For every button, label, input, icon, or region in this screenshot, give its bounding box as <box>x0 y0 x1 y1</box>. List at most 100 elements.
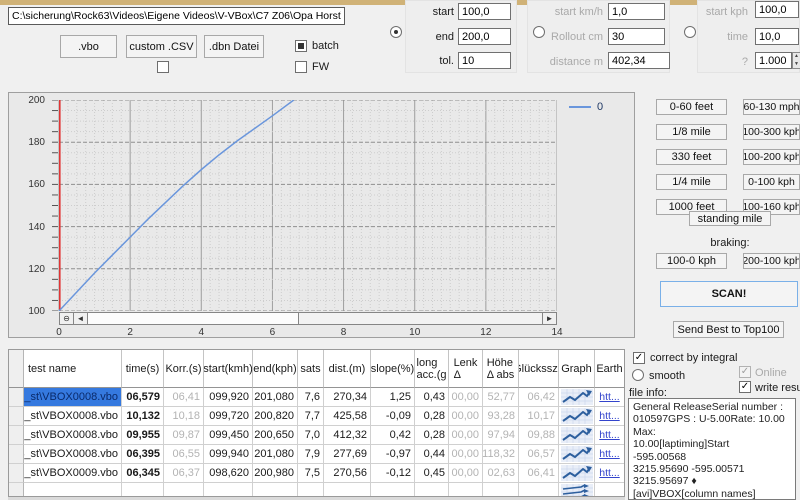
column-header-lenk[interactable]: Lenk Δ <box>449 350 483 388</box>
spinner-up-icon[interactable]: ▲ <box>794 53 799 60</box>
cell-slope[interactable]: 0,42 <box>371 426 415 445</box>
send-best-to-top100-button[interactable]: Send Best to Top100 <box>673 321 784 338</box>
zoom-out-icon[interactable]: ⊖ <box>60 313 74 324</box>
earth-link[interactable]: htt... <box>599 429 619 441</box>
cell-start[interactable]: 098,620 <box>204 464 253 483</box>
rollout-cm-input[interactable] <box>608 28 665 45</box>
cell-name[interactable]: 1_st\VBOX0009.vbo <box>24 464 122 483</box>
cell-sats[interactable]: 7,0 <box>298 426 324 445</box>
row-header[interactable] <box>9 464 24 483</box>
cell-start[interactable]: 099,720 <box>204 407 253 426</box>
cell-dist[interactable]: 270,56 <box>324 464 371 483</box>
cell-name[interactable]: 2_st\VBOX0008.vbo <box>24 407 122 426</box>
cell-time[interactable]: 10,132 <box>122 407 164 426</box>
row-header[interactable] <box>9 407 24 426</box>
cell-glueck[interactable]: 09,88 <box>519 426 559 445</box>
start-kph-input[interactable] <box>755 1 799 18</box>
factor-input[interactable] <box>755 52 792 69</box>
column-header-korr-s-[interactable]: Korr.(s) <box>164 350 204 388</box>
file-info-box[interactable]: General ReleaseSerial number : 010597GPS… <box>628 398 796 500</box>
cell-hoehe[interactable]: 118,32 <box>483 445 519 464</box>
cell-acc[interactable]: 0,28 <box>415 426 449 445</box>
smooth-radio[interactable] <box>632 369 644 381</box>
cell-hoehe[interactable]: 02,63 <box>483 464 519 483</box>
graph-cell[interactable] <box>559 388 595 407</box>
run-button-1-4-mile[interactable]: 1/4 mile <box>656 174 727 190</box>
cell-lenk[interactable]: 00,00 <box>449 407 483 426</box>
cell-sats[interactable]: 7,6 <box>298 388 324 407</box>
cell-acc[interactable]: 0,28 <box>415 407 449 426</box>
chart-horizontal-scrollbar[interactable]: ⊖ ◄ ► <box>59 312 557 325</box>
cell-sats[interactable]: 7,9 <box>298 445 324 464</box>
cell-time[interactable]: 09,955 <box>122 426 164 445</box>
start-kmh-input[interactable] <box>608 3 665 20</box>
column-header-slope-[interactable]: slope(%) <box>371 350 415 388</box>
cell-slope[interactable]: -0,09 <box>371 407 415 426</box>
graph-thumbnail-icon[interactable] <box>561 446 593 462</box>
scrollbar-thumb[interactable] <box>88 313 299 324</box>
graph-thumbnail-icon[interactable] <box>561 484 593 497</box>
vbo-button[interactable]: .vbo <box>60 35 117 58</box>
cell-acc[interactable]: 0,43 <box>415 388 449 407</box>
cell-glueck[interactable]: 10,17 <box>519 407 559 426</box>
results-table[interactable]: test nametime(s)Korr.(s)start(kmh)end(kp… <box>8 349 625 497</box>
standing-mile-button[interactable]: standing mile <box>689 211 771 226</box>
file-path-input[interactable] <box>8 7 345 25</box>
tol-input[interactable] <box>458 52 511 69</box>
scroll-right-icon[interactable]: ► <box>542 313 556 324</box>
cell-hoehe[interactable]: 93,28 <box>483 407 519 426</box>
row-header[interactable] <box>9 426 24 445</box>
csv-option-checkbox[interactable] <box>157 61 169 73</box>
correct-by-integral-checkbox[interactable]: ✓ <box>633 352 645 364</box>
online-checkbox[interactable]: ✓ <box>739 366 751 378</box>
column-header-dist-m-[interactable]: dist.(m) <box>324 350 371 388</box>
graph-thumbnail-icon[interactable] <box>561 427 593 443</box>
cell-time[interactable]: 06,579 <box>122 388 164 407</box>
run-button-0-100-kph[interactable]: 0-100 kph <box>743 174 800 190</box>
cell-acc[interactable]: 0,44 <box>415 445 449 464</box>
cell-korr[interactable]: 09,87 <box>164 426 204 445</box>
run-button-100-300-kph[interactable]: 100-300 kph <box>743 124 800 140</box>
graph-thumbnail-icon[interactable] <box>561 389 593 405</box>
scan-button[interactable]: SCAN! <box>660 281 798 307</box>
graph-cell[interactable] <box>559 407 595 426</box>
time-mode-radio[interactable] <box>684 26 696 38</box>
graph-cell[interactable] <box>559 464 595 483</box>
cell-lenk[interactable]: 00,00 <box>449 426 483 445</box>
run-button-60-130-mph[interactable]: 60-130 mph <box>743 99 800 115</box>
end-input[interactable] <box>458 28 511 45</box>
column-header-time-s-[interactable]: time(s) <box>122 350 164 388</box>
column-header-gl-ckssza[interactable]: Glückssza <box>519 350 559 388</box>
column-header-earth[interactable]: Earth <box>595 350 625 388</box>
cell-end[interactable]: 200,650 <box>253 426 298 445</box>
cell-end[interactable]: 201,080 <box>253 388 298 407</box>
column-header-graph[interactable]: Graph <box>559 350 595 388</box>
run-button-330-feet[interactable]: 330 feet <box>656 149 727 165</box>
table-row[interactable] <box>9 483 624 497</box>
dbn-datei-button[interactable]: .dbn Datei <box>204 35 264 58</box>
cell-glueck[interactable]: 06,41 <box>519 464 559 483</box>
start-input[interactable] <box>458 3 511 20</box>
spinner-down-icon[interactable]: ▼ <box>794 61 799 68</box>
cell-hoehe[interactable]: 52,77 <box>483 388 519 407</box>
graph-cell[interactable] <box>559 426 595 445</box>
column-header-sats[interactable]: sats <box>298 350 324 388</box>
run-button-0-60-feet[interactable]: 0-60 feet <box>656 99 727 115</box>
earth-link[interactable]: htt... <box>599 410 619 422</box>
cell-end[interactable]: 201,080 <box>253 445 298 464</box>
distance-m-input[interactable] <box>608 52 670 69</box>
cell-korr[interactable]: 10,18 <box>164 407 204 426</box>
braking-200-100-button[interactable]: 200-100 kph <box>743 253 800 269</box>
table-row[interactable]: 4_st\VBOX0008.vbo06,39506,55099,940201,0… <box>9 445 624 464</box>
batch-checkbox[interactable] <box>295 40 307 52</box>
graph-thumbnail-icon[interactable] <box>561 408 593 424</box>
cell-name[interactable]: 3_st\VBOX0008.vbo <box>24 426 122 445</box>
custom-csv-button[interactable]: custom .CSV <box>126 35 197 58</box>
cell-name[interactable]: 1_st\VBOX0008.vbo <box>24 388 122 407</box>
table-row[interactable]: 3_st\VBOX0008.vbo09,95509,87099,450200,6… <box>9 426 624 445</box>
cell-slope[interactable]: -0,97 <box>371 445 415 464</box>
cell-start[interactable]: 099,450 <box>204 426 253 445</box>
cell-end[interactable]: 200,980 <box>253 464 298 483</box>
table-row[interactable]: 1_st\VBOX0009.vbo06,34506,37098,620200,9… <box>9 464 624 483</box>
graph-thumbnail-icon[interactable] <box>561 465 593 481</box>
